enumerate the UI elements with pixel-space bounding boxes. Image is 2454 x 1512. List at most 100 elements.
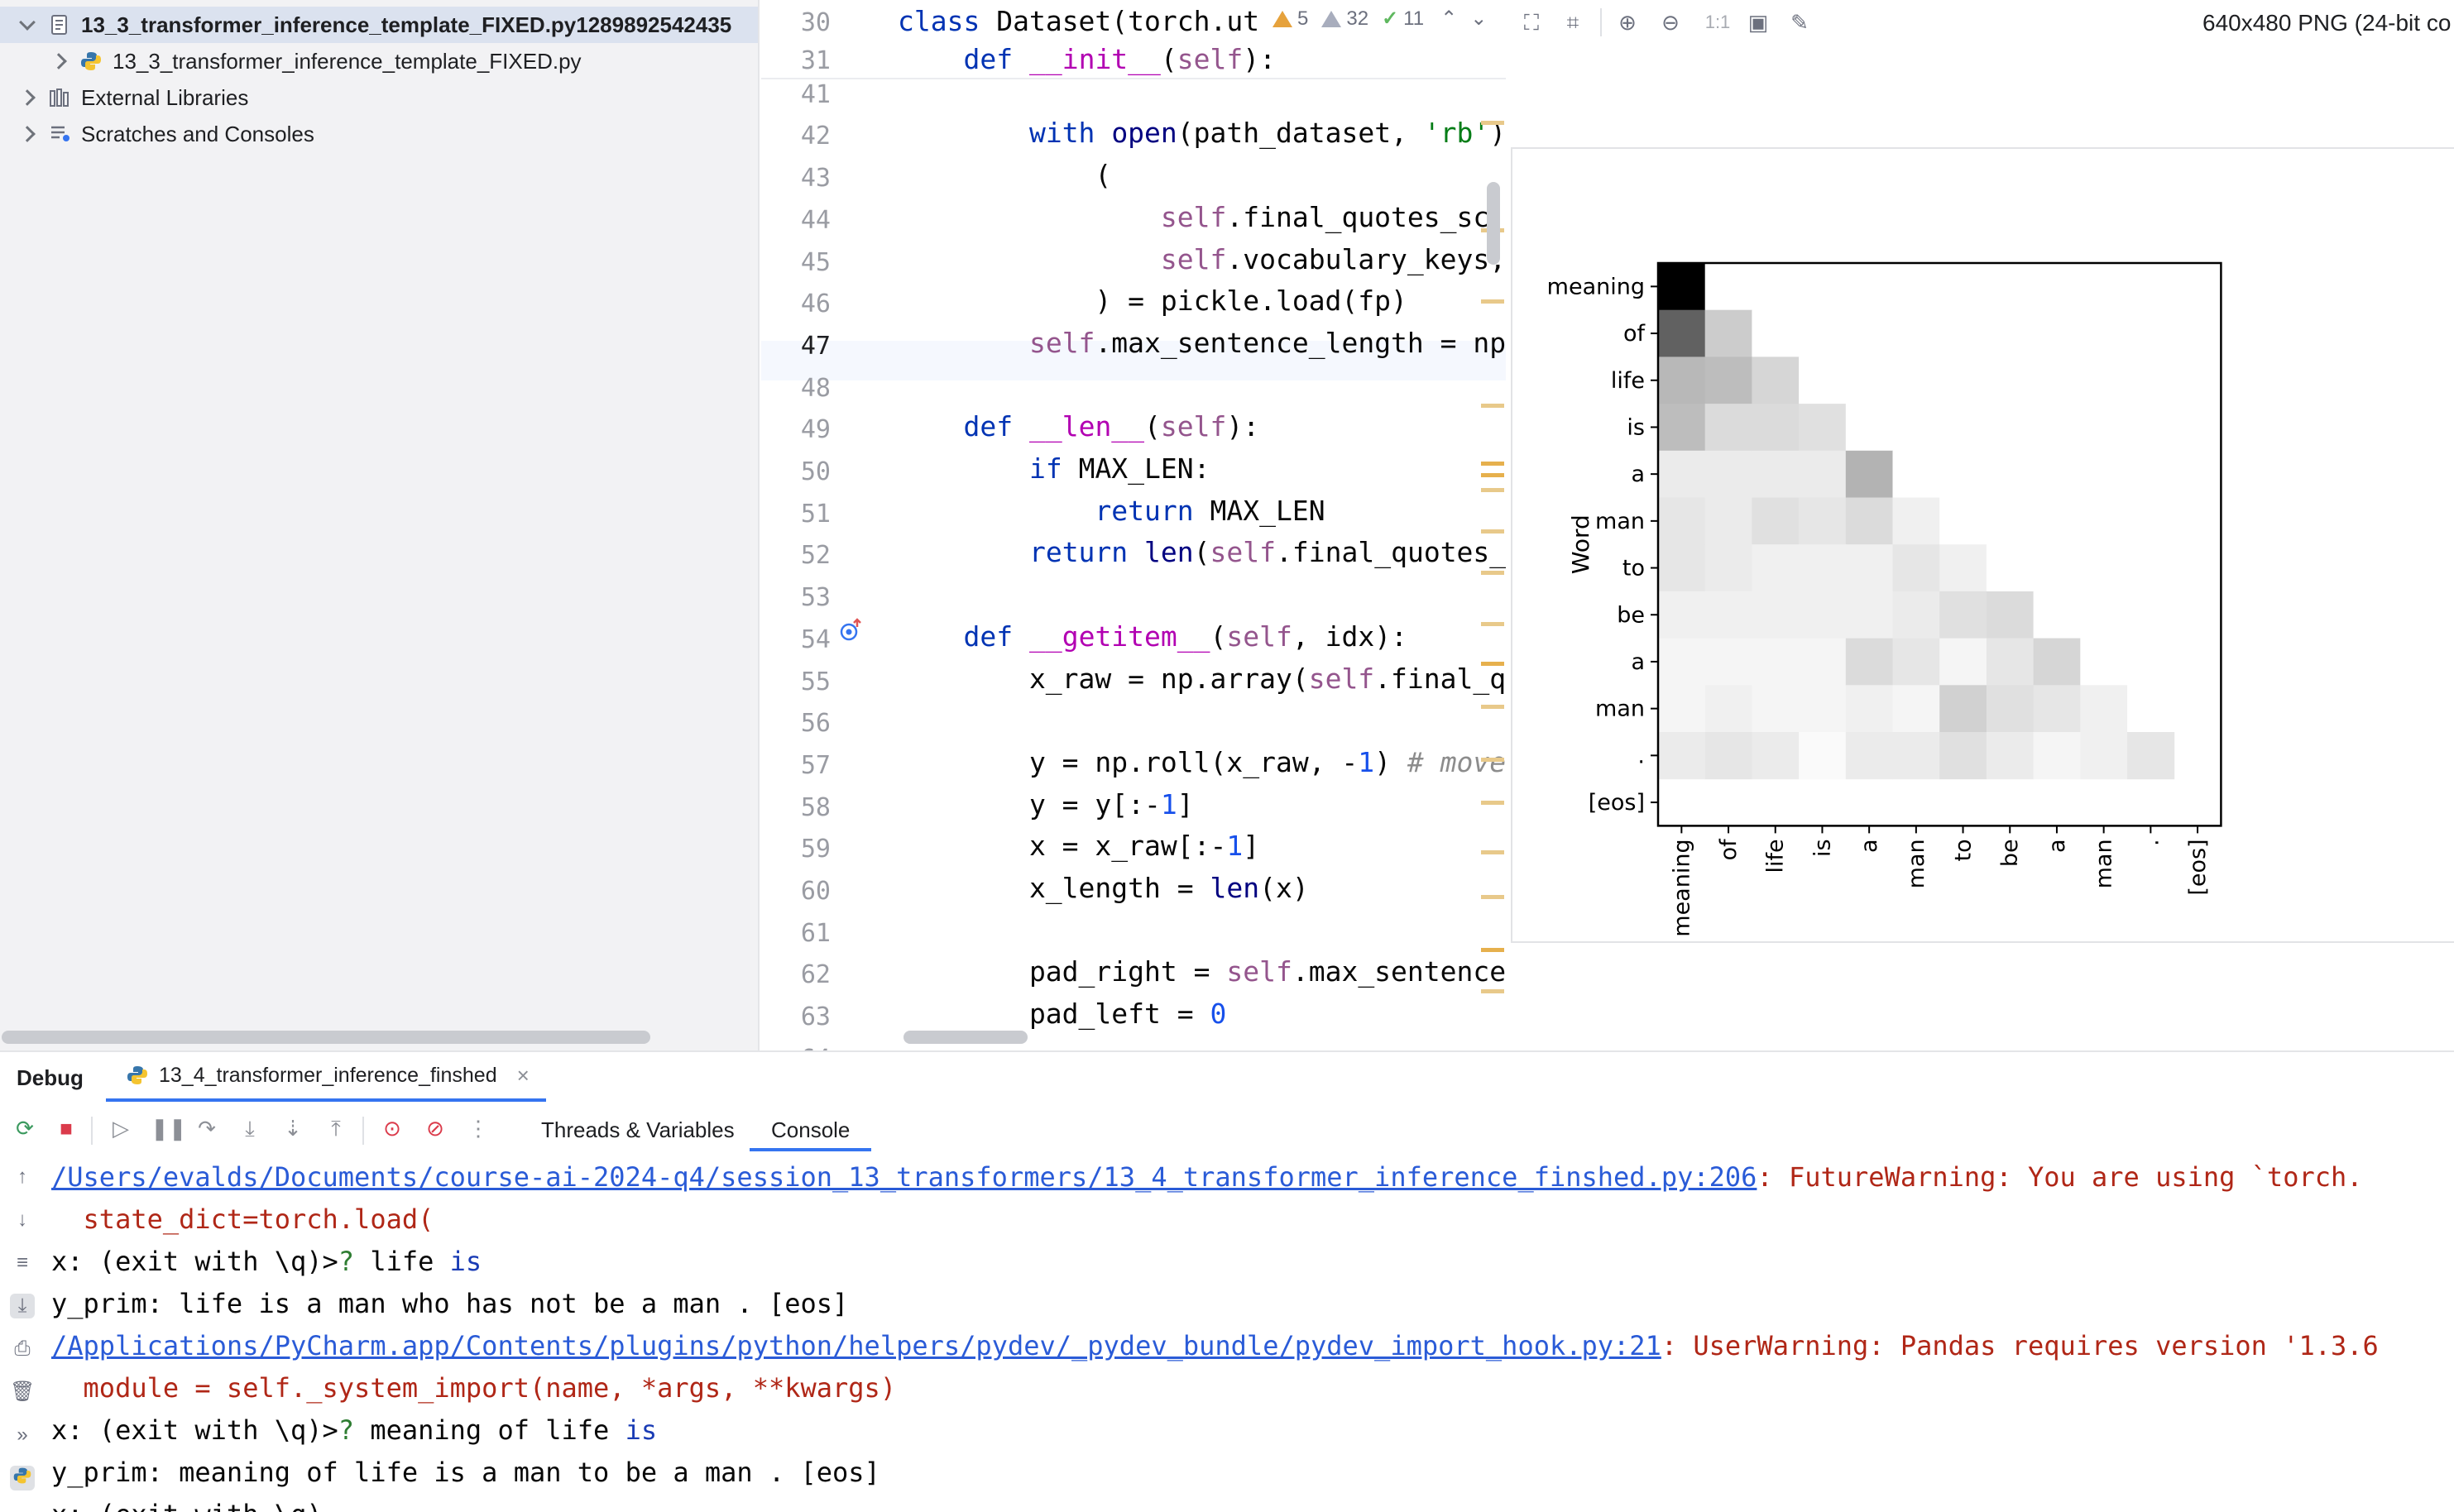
chevron-up-icon[interactable]: ⌃ xyxy=(1440,7,1457,31)
line-number[interactable]: 51 xyxy=(761,500,831,529)
code-line[interactable]: ) = pickle.load(fp) xyxy=(898,285,1407,317)
file-link[interactable]: /Users/evalds/Documents/course-ai-2024-q… xyxy=(51,1161,1757,1193)
step-over-icon[interactable]: ↷ xyxy=(194,1115,220,1141)
error-stripe-mark[interactable] xyxy=(1481,299,1504,304)
view-breakpoints-icon[interactable]: ⊙ xyxy=(379,1115,405,1141)
line-number[interactable]: 45 xyxy=(761,248,831,277)
error-stripe-mark[interactable] xyxy=(1481,989,1504,993)
error-stripe-mark[interactable] xyxy=(1481,462,1504,466)
tab-threads-variables[interactable]: Threads & Variables xyxy=(541,1115,735,1151)
line-number[interactable]: 56 xyxy=(761,709,831,738)
error-stripe-mark[interactable] xyxy=(1481,895,1504,899)
line-number[interactable]: 47 xyxy=(761,332,831,361)
file-link[interactable]: /Applications/PyCharm.app/Contents/plugi… xyxy=(51,1330,1661,1361)
pause-icon[interactable]: ❚❚ xyxy=(151,1115,187,1141)
resume-icon[interactable]: ▷ xyxy=(108,1115,134,1141)
code-line[interactable]: self.final_quotes_sc xyxy=(898,201,1489,233)
code-line[interactable]: with open(path_dataset, 'rb') xyxy=(898,117,1506,149)
step-into-my-code-icon[interactable]: ⇣ xyxy=(280,1115,306,1141)
image-canvas[interactable]: meaning of life is a man to be a man. [eos] meaning… xyxy=(1511,147,2454,943)
arrow-down-icon[interactable]: ↓ xyxy=(10,1208,35,1232)
debug-session-tab[interactable]: 13_4_transformer_inference_finshed × xyxy=(106,1052,546,1102)
more-icon[interactable]: ⋮ xyxy=(465,1115,491,1141)
line-number[interactable]: 64 xyxy=(761,1045,831,1050)
vertical-scrollbar[interactable] xyxy=(1487,182,1500,265)
line-number[interactable]: 49 xyxy=(761,415,831,444)
code-line[interactable]: def __getitem__(self, idx): xyxy=(898,620,1407,653)
background-icon[interactable]: ▣ xyxy=(1746,10,1771,35)
actual-size-button[interactable]: 1:1 xyxy=(1701,10,1734,35)
error-stripe-mark[interactable] xyxy=(1481,121,1504,125)
line-number[interactable]: 42 xyxy=(761,122,831,151)
color-picker-icon[interactable]: ✎ xyxy=(1787,10,1812,35)
code-line[interactable]: x_raw = np.array(self.final_q xyxy=(898,663,1506,695)
sticky-code-line[interactable]: def __init__(self): xyxy=(898,43,1276,75)
line-number[interactable]: 59 xyxy=(761,835,831,864)
chevron-right-icon[interactable] xyxy=(19,89,36,106)
code-editor[interactable]: 30 class Dataset(torch.ut 31 def __init_… xyxy=(761,0,1506,1050)
rerun-icon[interactable]: ⟳ xyxy=(12,1115,38,1141)
error-stripe-mark[interactable] xyxy=(1481,488,1504,492)
line-number[interactable]: 62 xyxy=(761,960,831,989)
code-line[interactable]: if MAX_LEN: xyxy=(898,452,1210,485)
code-line[interactable]: return MAX_LEN xyxy=(898,495,1325,527)
inspection-widget[interactable]: 5 32 ✓ 11 ⌃ ⌄ xyxy=(1273,7,1487,31)
error-stripe-mark[interactable] xyxy=(1481,473,1504,477)
gutter-override-icon[interactable] xyxy=(837,617,864,644)
tree-item-python-file[interactable]: 13_3_transformer_inference_template_FIXE… xyxy=(0,43,758,79)
chevron-right-icon[interactable] xyxy=(19,126,36,142)
code-line[interactable]: x_length = len(x) xyxy=(898,872,1309,904)
line-number[interactable]: 58 xyxy=(761,793,831,822)
code-line[interactable]: pad_right = self.max_sentence xyxy=(898,955,1506,988)
line-number[interactable]: 55 xyxy=(761,667,831,696)
error-stripe-mark[interactable] xyxy=(1481,758,1504,762)
line-number[interactable]: 41 xyxy=(761,80,831,109)
crop-icon[interactable]: ⌗ xyxy=(1560,10,1585,35)
horizontal-scrollbar[interactable] xyxy=(903,1031,1028,1044)
scroll-to-end-icon[interactable]: ⤓ xyxy=(10,1294,35,1318)
line-number[interactable]: 53 xyxy=(761,583,831,612)
trash-icon[interactable]: 🗑 xyxy=(10,1380,35,1404)
console-output[interactable]: /Users/evalds/Documents/course-ai-2024-q… xyxy=(51,1156,2451,1512)
fit-icon[interactable]: ⛶ xyxy=(1519,10,1544,35)
error-stripe-mark[interactable] xyxy=(1481,850,1504,854)
stop-icon[interactable]: ■ xyxy=(53,1115,79,1141)
close-icon[interactable]: × xyxy=(517,1063,530,1089)
line-number[interactable]: 54 xyxy=(761,625,831,654)
tree-item-scratches[interactable]: Scratches and Consoles xyxy=(0,116,758,152)
tab-console[interactable]: Console xyxy=(750,1115,872,1151)
print-icon[interactable]: ⎙ xyxy=(10,1337,35,1361)
code-line[interactable]: self.vocabulary_keys, xyxy=(898,243,1506,275)
code-line[interactable]: y = np.roll(x_raw, -1) # move xyxy=(898,746,1506,778)
python-console-icon[interactable] xyxy=(10,1466,35,1490)
line-number[interactable]: 48 xyxy=(761,374,831,403)
horizontal-scrollbar[interactable] xyxy=(2,1031,650,1044)
chevron-down-icon[interactable] xyxy=(19,14,36,31)
line-number[interactable]: 46 xyxy=(761,289,831,318)
code-line[interactable]: x = x_raw[:-1] xyxy=(898,830,1259,862)
error-stripe-mark[interactable] xyxy=(1481,529,1504,534)
code-line[interactable]: pad_left = 0 xyxy=(898,998,1226,1030)
mute-breakpoints-icon[interactable]: ⊘ xyxy=(422,1115,448,1141)
line-number[interactable]: 63 xyxy=(761,1002,831,1031)
code-line[interactable]: ( xyxy=(898,159,1111,191)
line-number[interactable]: 52 xyxy=(761,541,831,570)
tree-item-scratch-file[interactable]: 13_3_transformer_inference_template_FIXE… xyxy=(0,7,758,43)
error-stripe-mark[interactable] xyxy=(1481,622,1504,626)
code-line[interactable]: y = y[:-1] xyxy=(898,788,1194,821)
zoom-out-icon[interactable]: ⊖ xyxy=(1658,10,1683,35)
tree-item-external-libraries[interactable]: External Libraries xyxy=(0,79,758,116)
error-stripe-mark[interactable] xyxy=(1481,948,1504,952)
error-stripe-mark[interactable] xyxy=(1481,571,1504,575)
line-number[interactable]: 61 xyxy=(761,919,831,948)
error-stripe-mark[interactable] xyxy=(1481,801,1504,805)
line-number[interactable]: 50 xyxy=(761,457,831,486)
chevron-down-icon[interactable]: ⌄ xyxy=(1470,7,1487,31)
zoom-in-icon[interactable]: ⊕ xyxy=(1615,10,1640,35)
step-into-icon[interactable]: ⤓ xyxy=(237,1115,263,1141)
error-stripe-mark[interactable] xyxy=(1481,662,1504,666)
line-number[interactable]: 44 xyxy=(761,206,831,235)
code-line[interactable]: return len(self.final_quotes_ xyxy=(898,536,1506,568)
line-number[interactable]: 60 xyxy=(761,877,831,906)
soft-wrap-icon[interactable]: ≡ xyxy=(10,1251,35,1275)
